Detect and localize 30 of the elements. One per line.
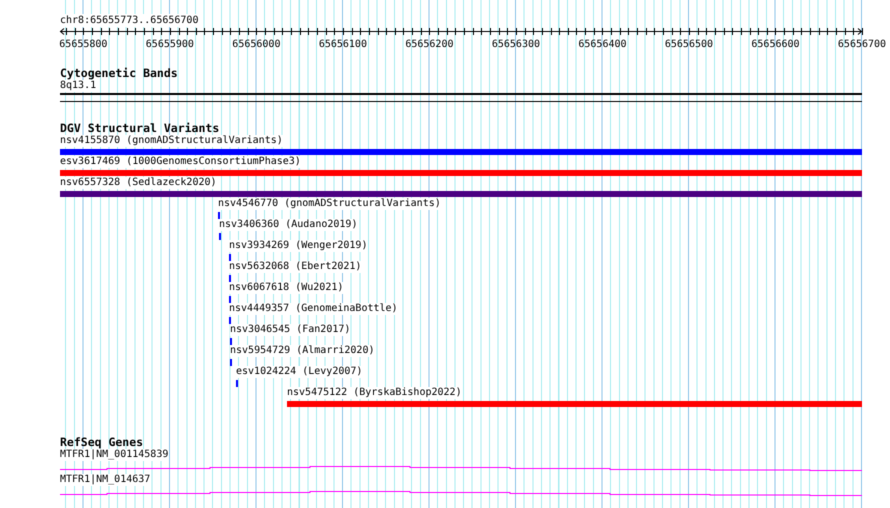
- ruler-label: 65656400: [578, 39, 627, 50]
- variant-label: nsv4449357 (GenomeinaBottle): [229, 303, 398, 315]
- variant-label: nsv5632068 (Ebert2021): [229, 261, 362, 273]
- variant-label: nsv3934269 (Wenger2019): [229, 240, 368, 252]
- ruler-label: 65656500: [664, 39, 714, 50]
- variant-label: nsv3046545 (Fan2017): [230, 324, 350, 336]
- variant-label: nsv4546770 (gnomADStructuralVariants): [218, 198, 441, 210]
- location-label: chr8:65655773..65656700: [60, 14, 198, 27]
- variant-label: esv1024224 (Levy2007): [236, 366, 362, 378]
- ruler-label: 65656300: [492, 39, 540, 50]
- gene-label: MTFR1|NM_001145839: [60, 449, 168, 461]
- ruler-label: 65656000: [232, 39, 280, 50]
- variant-label: esv3617469 (1000GenomesConsortiumPhase3): [60, 156, 301, 168]
- variant-label: nsv4155870 (gnomADStructuralVariants): [60, 135, 283, 147]
- ruler-label: 65656100: [318, 39, 367, 50]
- ruler-label: 65655800: [59, 39, 108, 50]
- ruler-label: 65655900: [146, 39, 194, 50]
- track-title: Cytogenetic Bands: [60, 67, 178, 80]
- track-title: RefSeq Genes: [60, 436, 144, 449]
- variant-label: nsv5475122 (ByrskaBishop2022): [287, 387, 462, 399]
- variant-label: nsv3406360 (Audano2019): [219, 219, 358, 231]
- variant-label: nsv6067618 (Wu2021): [229, 282, 344, 294]
- ruler-label: 65656600: [751, 39, 800, 50]
- gene-label: MTFR1|NM_014637: [60, 474, 150, 486]
- track-title: DGV Structural Variants: [60, 122, 220, 135]
- ruler-label: 65656700: [838, 39, 886, 50]
- band-label: 8q13.1: [60, 80, 96, 92]
- ruler-label: 65656200: [405, 39, 454, 50]
- variant-label: nsv5954729 (Almarri2020): [230, 345, 374, 357]
- variant-label: nsv6557328 (Sedlazeck2020): [60, 177, 217, 189]
